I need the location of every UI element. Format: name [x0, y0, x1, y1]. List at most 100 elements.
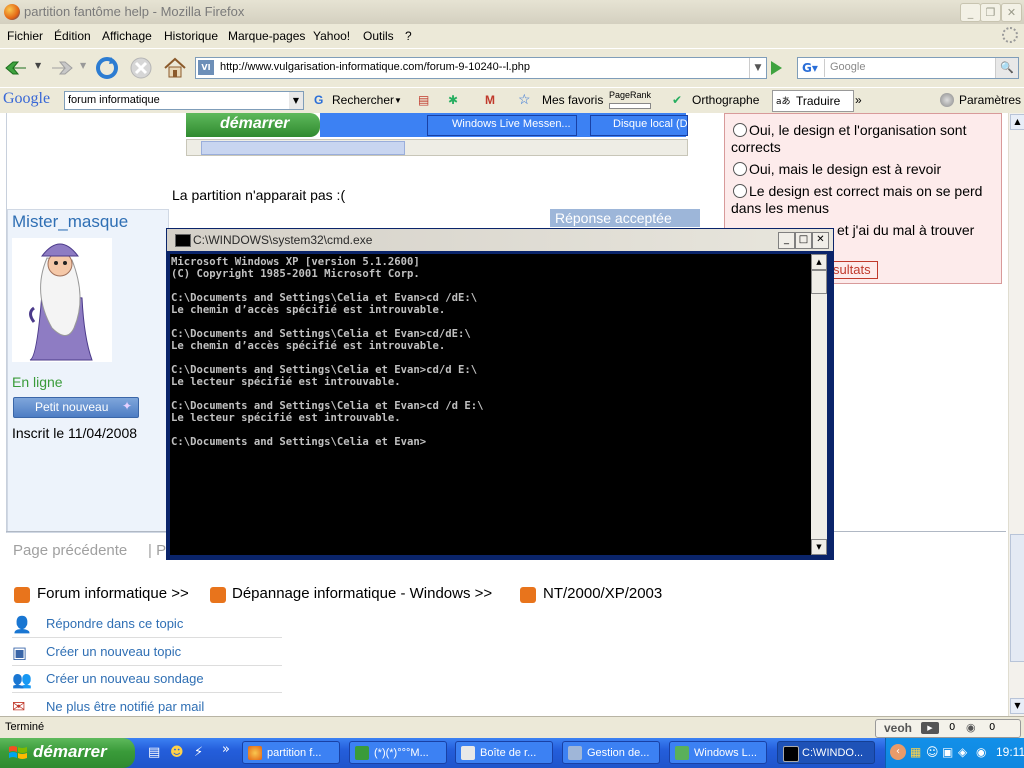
new-poll-link[interactable]: Créer un nouveau sondage	[46, 671, 204, 686]
menu-help[interactable]: ?	[405, 29, 412, 43]
msn-task-icon	[355, 746, 369, 760]
show-desktop-icon[interactable]: ▤	[148, 745, 160, 760]
star-icon[interactable]: ☆	[518, 91, 531, 108]
tray-user-icon[interactable]: ☺	[926, 745, 939, 759]
search-icon[interactable]: 🔍	[995, 58, 1018, 78]
menu-historique[interactable]: Historique	[164, 29, 218, 43]
scroll-up-icon[interactable]: ▲	[1010, 114, 1024, 130]
scroll-thumb[interactable]	[1010, 534, 1024, 662]
new-topic-link[interactable]: Créer un nouveau topic	[46, 644, 181, 659]
pagination-prev[interactable]: Page précédente	[13, 542, 127, 559]
forward-dropdown-icon[interactable]: ▼	[80, 61, 86, 70]
search-engine-icon[interactable]: G▾	[799, 59, 825, 77]
menu-edition[interactable]: Édition	[54, 29, 91, 43]
url-dropdown-icon[interactable]: ▼	[749, 58, 766, 78]
veoh-widget[interactable]: veoh ▶ 0 ◉ 0	[875, 719, 1021, 738]
tray-volume-icon[interactable]: ◈	[958, 745, 967, 759]
tray-network-icon[interactable]: ▣	[942, 745, 953, 759]
gmail-icon[interactable]: M	[485, 93, 495, 107]
cmd-minimize-button[interactable]: _	[778, 232, 795, 249]
menu-marque-pages[interactable]: Marque-pages	[228, 29, 305, 43]
firefox-icon	[4, 4, 20, 20]
unsubscribe-link[interactable]: Ne plus être notifié par mail	[46, 699, 204, 714]
embedded-hscrollbar	[186, 139, 688, 156]
translate-button[interactable]: aあ Traduire	[772, 90, 854, 112]
task-cmd[interactable]: C:\WINDO...	[777, 741, 875, 764]
popup-blocker-icon[interactable]: ▤	[418, 93, 429, 107]
menu-fichier[interactable]: Fichier	[7, 29, 43, 43]
media-quicklaunch-icon[interactable]: ⚡	[194, 745, 203, 760]
start-label: démarrer	[33, 742, 107, 761]
unsubscribe-icon: ✉	[12, 697, 26, 716]
spellcheck-button[interactable]: Orthographe	[692, 93, 759, 107]
menu-affichage[interactable]: Affichage	[102, 29, 152, 43]
back-icon[interactable]	[4, 55, 30, 81]
google-logo[interactable]: Google	[3, 90, 50, 108]
rss-icon[interactable]	[520, 587, 536, 603]
tray-app-icon[interactable]: ◉	[976, 745, 986, 759]
cmd-scroll-up-icon[interactable]: ▲	[811, 254, 827, 270]
clock[interactable]: 19:11	[996, 745, 1024, 759]
breadcrumb-depannage[interactable]: Dépannage informatique - Windows >>	[232, 585, 492, 602]
poll-results-button[interactable]: sultats	[828, 261, 878, 279]
close-button[interactable]: ✕	[1001, 3, 1022, 22]
page-scrollbar[interactable]: ▲ ▼	[1008, 113, 1024, 716]
author-registered: Inscrit le 11/04/2008	[12, 425, 138, 441]
messenger-quicklaunch-icon[interactable]: ☻	[170, 745, 184, 760]
task-firefox[interactable]: partition f...	[242, 741, 340, 764]
settings-icon[interactable]	[940, 93, 954, 107]
puzzle-icon[interactable]: ✱	[448, 93, 458, 107]
poll-radio-2[interactable]	[733, 162, 747, 176]
cmd-maximize-button[interactable]: □	[795, 232, 812, 249]
home-icon[interactable]	[162, 55, 188, 81]
breadcrumb-nt[interactable]: NT/2000/XP/2003	[543, 585, 662, 602]
forward-icon[interactable]	[48, 55, 74, 81]
firefox-task-icon	[248, 746, 262, 760]
toolbar-overflow-icon[interactable]: »	[855, 93, 862, 107]
action-divider	[12, 692, 282, 693]
back-dropdown-icon[interactable]: ▼	[35, 61, 41, 70]
minimize-button[interactable]: _	[960, 3, 981, 22]
quicklaunch-overflow-icon[interactable]: »	[222, 742, 230, 757]
cmd-title-bar[interactable]: C:\WINDOWS\system32\cmd.exe _ □ ✕	[167, 229, 833, 251]
menu-outils[interactable]: Outils	[363, 29, 394, 43]
google-query-text: forum informatique	[68, 94, 160, 106]
new-poll-icon: 👥	[12, 670, 32, 689]
cmd-scrollbar[interactable]: ▲ ▼	[811, 254, 827, 555]
task-msn[interactable]: (*)(*)°°°M...	[349, 741, 447, 764]
scroll-down-icon[interactable]: ▼	[1010, 698, 1024, 714]
task-disk-management[interactable]: Gestion de...	[562, 741, 660, 764]
author-name[interactable]: Mister_masque	[12, 212, 128, 232]
reply-link[interactable]: Répondre dans ce topic	[46, 616, 183, 631]
search-box[interactable]: G▾ Google 🔍	[797, 57, 1019, 79]
start-button[interactable]: démarrer	[0, 738, 135, 768]
maximize-button[interactable]: ❐	[980, 3, 1001, 22]
favorites-button[interactable]: Mes favoris	[542, 93, 603, 107]
cmd-window[interactable]: C:\WINDOWS\system32\cmd.exe _ □ ✕ Micros…	[166, 228, 834, 560]
menu-yahoo[interactable]: Yahoo!	[313, 29, 350, 43]
tray-folder-icon[interactable]: ▦	[910, 745, 921, 759]
stop-icon[interactable]	[128, 55, 154, 81]
reload-icon[interactable]	[94, 55, 120, 81]
google-search-button[interactable]: Rechercher	[332, 93, 394, 107]
rss-icon[interactable]	[14, 587, 30, 603]
rss-icon[interactable]	[210, 587, 226, 603]
pagerank-bar	[609, 103, 651, 109]
google-toolbar: Google forum informatique ▼ G Rechercher…	[0, 87, 1024, 114]
settings-button[interactable]: Paramètres	[959, 93, 1021, 107]
tray-expand-icon[interactable]: ‹	[890, 744, 906, 760]
cmd-scroll-thumb[interactable]	[811, 270, 827, 294]
task-windows-live[interactable]: Windows L...	[669, 741, 767, 764]
url-bar[interactable]: VI http://www.vulgarisation-informatique…	[195, 57, 767, 79]
cmd-console[interactable]: Microsoft Windows XP [version 5.1.2600] …	[170, 254, 811, 555]
task-inbox[interactable]: Boîte de r...	[455, 741, 553, 764]
search-dropdown-icon[interactable]: ▼	[394, 96, 402, 105]
embedded-task-label: Disque local (D:	[613, 118, 688, 130]
cmd-scroll-down-icon[interactable]: ▼	[811, 539, 827, 555]
google-query-dropdown-icon[interactable]: ▼	[289, 92, 303, 109]
cmd-close-button[interactable]: ✕	[812, 232, 829, 249]
system-tray: ‹ ▦ ☺ ▣ ◈ ◉ 19:11	[885, 738, 1024, 768]
breadcrumb-forum[interactable]: Forum informatique >>	[37, 585, 189, 602]
google-search-input[interactable]: forum informatique ▼	[64, 91, 304, 110]
go-icon[interactable]	[766, 58, 786, 78]
